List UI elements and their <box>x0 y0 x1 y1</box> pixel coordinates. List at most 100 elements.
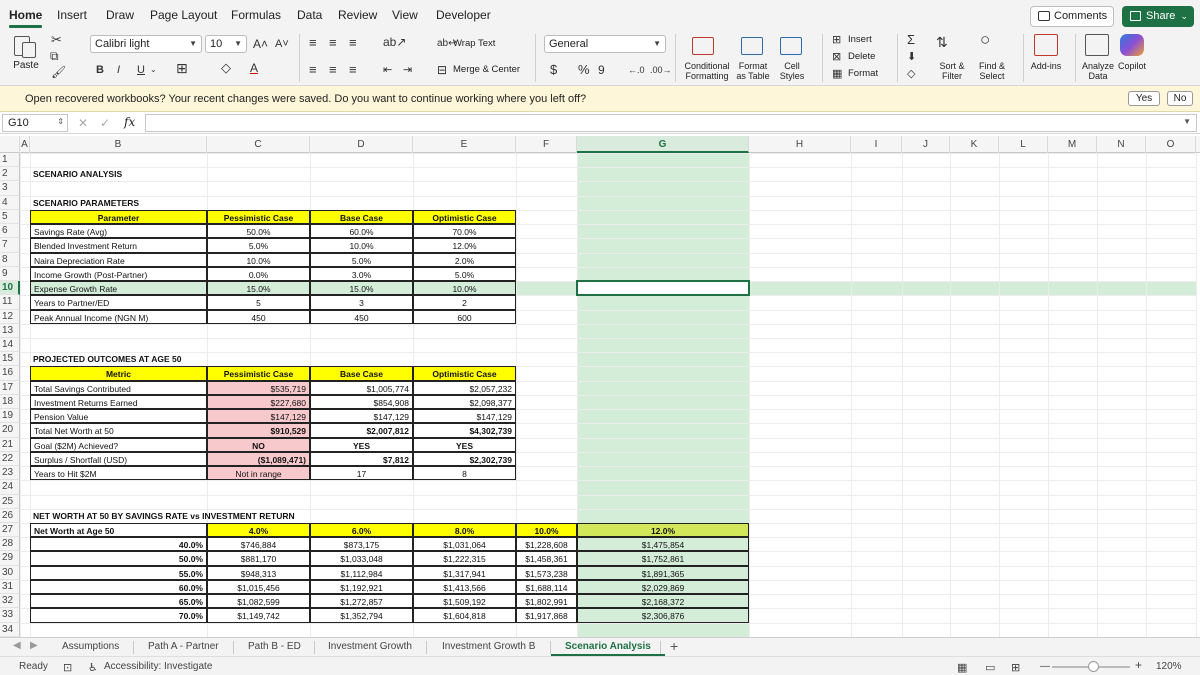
table-cell[interactable]: ($1,089,471) <box>207 451 310 467</box>
decrease-font-icon[interactable]: A˅ <box>275 37 289 51</box>
table-cell[interactable]: 5.0% <box>207 238 310 253</box>
table-cell[interactable]: $873,175 <box>310 537 413 552</box>
row-header-25[interactable]: 25 <box>0 494 20 509</box>
bold-button[interactable]: B <box>96 63 104 77</box>
number-format-select[interactable]: General ▼ <box>544 35 666 53</box>
table-cell[interactable]: NO <box>207 437 310 452</box>
table-cell[interactable]: YES <box>413 437 516 452</box>
column-header-a[interactable]: A <box>20 136 30 153</box>
section-heading-sensitivity[interactable]: NET WORTH AT 50 BY SAVINGS RATE vs INVES… <box>30 509 516 523</box>
cancel-icon[interactable]: ✕ <box>78 116 88 130</box>
row-label[interactable]: Investment Returns Earned <box>30 394 207 410</box>
percent-button[interactable]: % <box>578 63 590 77</box>
return-header[interactable]: 8.0% <box>413 522 516 538</box>
row-header-20[interactable]: 20 <box>0 423 20 438</box>
table-cell[interactable]: $1,509,192 <box>413 594 516 609</box>
return-header[interactable]: 12.0% <box>577 522 749 538</box>
macro-record-icon[interactable]: ⊡ <box>63 661 72 674</box>
column-header-m[interactable]: M <box>1048 136 1097 153</box>
row-label[interactable]: Peak Annual Income (NGN M) <box>30 309 207 324</box>
row-header-7[interactable]: 7 <box>0 238 20 253</box>
row-label[interactable]: Years to Partner/ED <box>30 295 207 310</box>
table-cell[interactable]: 600 <box>413 309 516 324</box>
table-cell[interactable]: $1,573,238 <box>516 565 577 580</box>
tab-developer[interactable]: Developer <box>436 8 491 22</box>
savings-rate-label[interactable]: 65.0% <box>30 594 207 609</box>
savings-rate-label[interactable]: 50.0% <box>30 551 207 566</box>
row-header-6[interactable]: 6 <box>0 224 20 239</box>
row-header-29[interactable]: 29 <box>0 551 20 566</box>
return-header[interactable]: 4.0% <box>207 522 310 538</box>
table-header[interactable]: Net Worth at Age 50 <box>30 522 207 538</box>
column-header-j[interactable]: J <box>902 136 950 153</box>
column-header-k[interactable]: K <box>950 136 999 153</box>
table-cell[interactable]: 5 <box>207 295 310 310</box>
table-cell[interactable]: $746,884 <box>207 537 310 552</box>
table-cell[interactable]: $4,302,739 <box>413 423 516 438</box>
savings-rate-label[interactable]: 60.0% <box>30 579 207 595</box>
table-header[interactable]: Base Case <box>310 209 413 225</box>
delete-cells-button[interactable]: Delete <box>848 52 875 62</box>
table-cell[interactable]: $1,917,868 <box>516 608 577 623</box>
table-cell[interactable]: $948,313 <box>207 565 310 580</box>
table-cell[interactable]: 0.0% <box>207 266 310 282</box>
accessibility-status[interactable]: Accessibility: Investigate <box>104 661 212 672</box>
analyze-data-button[interactable]: Analyze Data <box>1078 61 1118 81</box>
table-cell[interactable]: $910,529 <box>207 423 310 438</box>
table-header[interactable]: Pessimistic Case <box>207 209 310 225</box>
tab-page-layout[interactable]: Page Layout <box>150 8 217 22</box>
row-header-2[interactable]: 2 <box>0 167 20 182</box>
table-header[interactable]: Pessimistic Case <box>207 366 310 381</box>
row-header-4[interactable]: 4 <box>0 195 20 210</box>
tab-view[interactable]: View <box>392 8 418 22</box>
table-cell[interactable]: 12.0% <box>413 238 516 253</box>
table-cell[interactable]: 70.0% <box>413 224 516 239</box>
page-layout-view-icon[interactable]: ▭ <box>985 661 995 674</box>
column-header-b[interactable]: B <box>30 136 207 153</box>
row-label[interactable]: Naira Depreciation Rate <box>30 252 207 267</box>
table-cell[interactable]: $2,007,812 <box>310 423 413 438</box>
row-header-28[interactable]: 28 <box>0 537 20 552</box>
table-cell[interactable]: $147,129 <box>207 409 310 424</box>
row-label[interactable]: Goal ($2M) Achieved? <box>30 437 207 452</box>
row-label[interactable]: Pension Value <box>30 409 207 424</box>
table-cell[interactable]: $1,272,857 <box>310 594 413 609</box>
clear-icon[interactable]: ◇ <box>907 67 915 81</box>
align-center-icon[interactable]: ≡ <box>329 63 337 77</box>
table-cell[interactable]: $1,458,361 <box>516 551 577 566</box>
autosum-icon[interactable]: Σ <box>907 33 915 47</box>
table-cell[interactable]: $1,031,064 <box>413 537 516 552</box>
row-header-8[interactable]: 8 <box>0 252 20 267</box>
row-label[interactable]: Surplus / Shortfall (USD) <box>30 451 207 467</box>
table-cell[interactable]: 17 <box>310 466 413 481</box>
increase-decimal-icon[interactable]: ←.0 <box>628 63 645 77</box>
column-header-l[interactable]: L <box>999 136 1048 153</box>
no-button[interactable]: No <box>1167 91 1193 106</box>
tab-formulas[interactable]: Formulas <box>231 8 281 22</box>
zoom-level[interactable]: 120% <box>1156 661 1182 672</box>
row-header-19[interactable]: 19 <box>0 409 20 424</box>
italic-button[interactable]: I <box>117 63 120 77</box>
table-cell[interactable]: $147,129 <box>310 409 413 424</box>
row-header-21[interactable]: 21 <box>0 437 20 452</box>
align-left-icon[interactable]: ≡ <box>309 63 317 77</box>
sort-filter-button[interactable]: Sort & Filter <box>932 61 972 81</box>
row-header-17[interactable]: 17 <box>0 380 20 395</box>
sheet-tab-assumptions[interactable]: Assumptions <box>62 641 119 652</box>
table-cell[interactable]: $2,057,232 <box>413 380 516 395</box>
section-heading-parameters[interactable]: SCENARIO PARAMETERS <box>30 196 207 210</box>
return-header[interactable]: 6.0% <box>310 522 413 538</box>
table-cell[interactable]: $1,802,991 <box>516 594 577 609</box>
align-right-icon[interactable]: ≡ <box>349 63 357 77</box>
copy-icon[interactable]: ⧉ <box>50 49 59 63</box>
column-header-g[interactable]: G <box>577 136 749 153</box>
tab-review[interactable]: Review <box>338 8 377 22</box>
sheet-tab-investment-growth-b[interactable]: Investment Growth B <box>442 641 535 652</box>
worksheet-grid[interactable]: ABCDEFGHIJKLMNO 1 2 3 4 5 6 7 8 9 10 11 12 13 14 15 16 1… <box>0 136 1200 637</box>
sheet-tab-path-b-ed[interactable]: Path B - ED <box>248 641 301 652</box>
tab-draw[interactable]: Draw <box>106 8 134 22</box>
row-header-26[interactable]: 26 <box>0 508 20 523</box>
font-name-select[interactable]: Calibri light ▼ <box>90 35 202 53</box>
table-cell[interactable]: 5.0% <box>413 266 516 282</box>
table-cell[interactable]: 3.0% <box>310 266 413 282</box>
